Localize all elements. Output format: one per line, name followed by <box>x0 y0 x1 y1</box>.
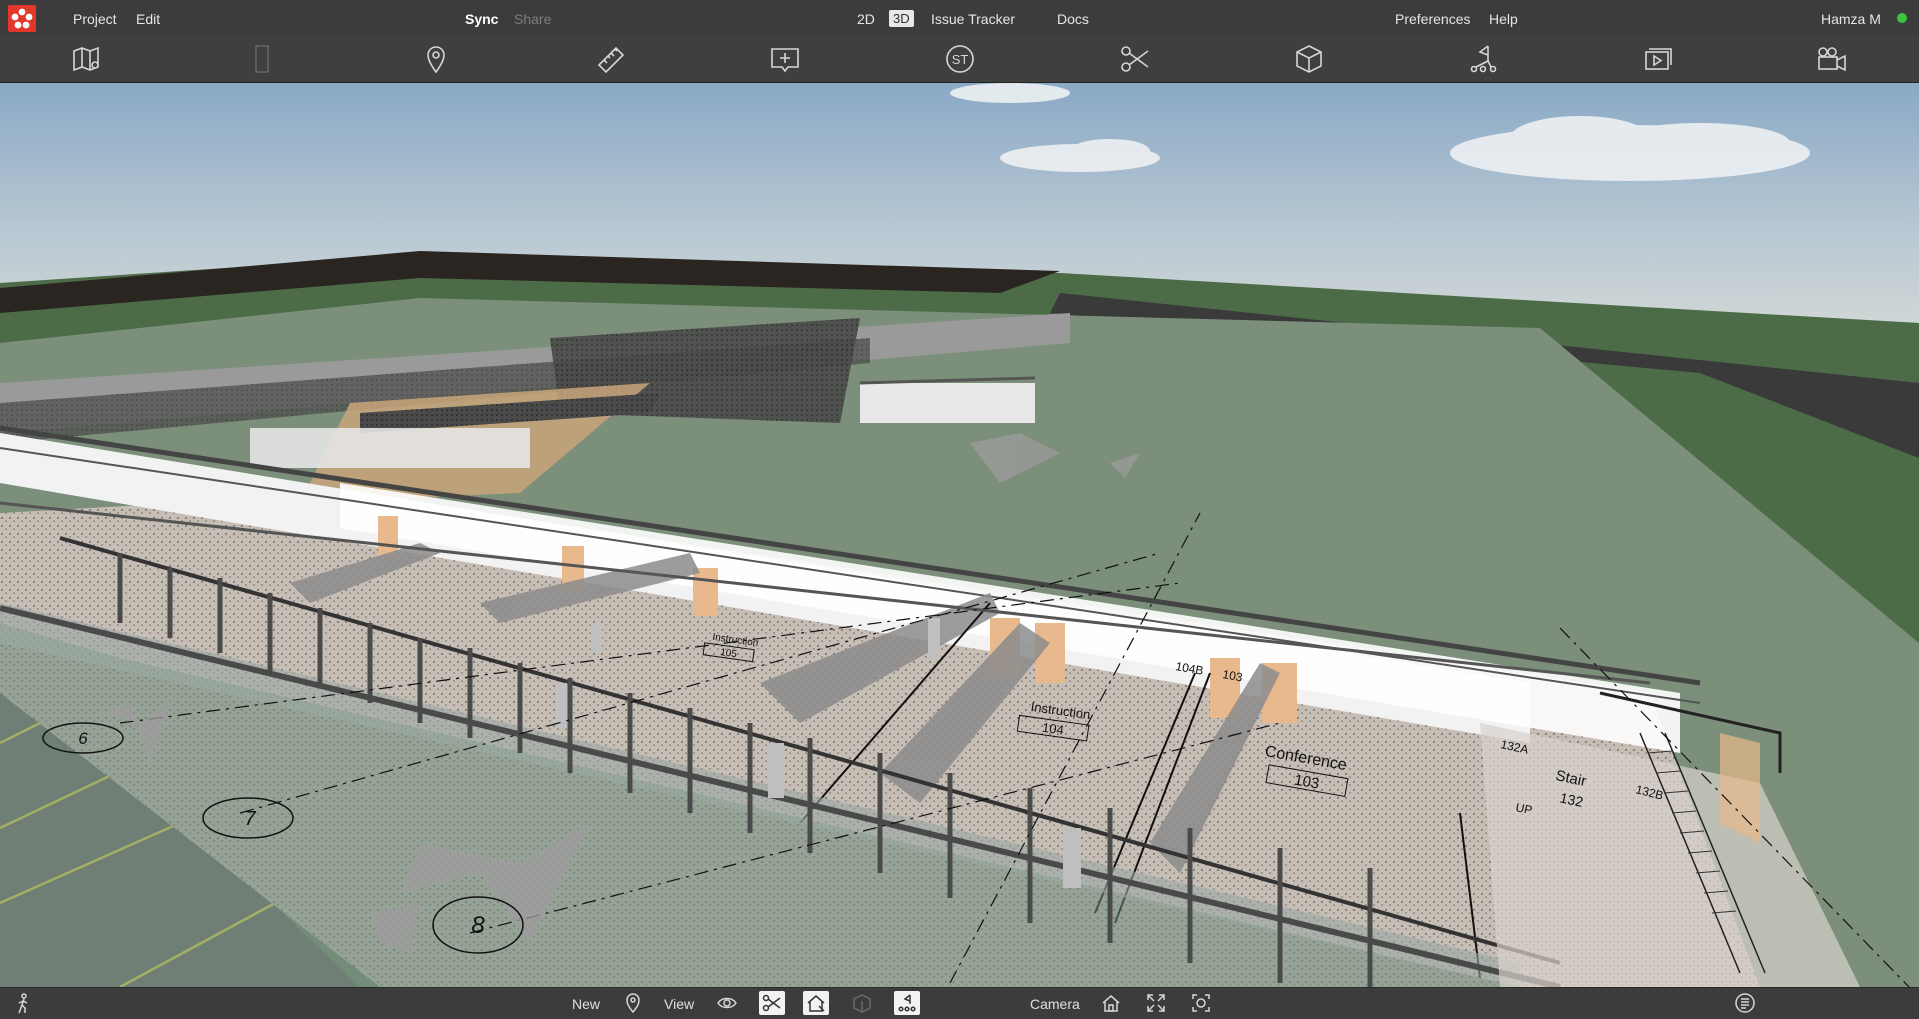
slides-icon[interactable] <box>1640 42 1676 76</box>
view-label: View <box>664 996 695 1012</box>
comment-add-icon[interactable] <box>767 42 803 76</box>
user-name[interactable]: Hamza M <box>1821 10 1881 28</box>
bottom-bar: New View Camera <box>0 987 1919 1019</box>
walk-mode-icon[interactable] <box>10 991 36 1015</box>
new-location-pin-icon[interactable] <box>620 991 646 1015</box>
view-section-scissors-icon[interactable] <box>759 991 785 1015</box>
menu-preferences[interactable]: Preferences <box>1395 10 1470 28</box>
issue-tracker-button[interactable]: Issue Tracker <box>931 10 1015 28</box>
ruler-icon[interactable] <box>593 42 629 76</box>
app-logo-icon[interactable] <box>8 5 36 32</box>
3d-viewport[interactable]: 6 7 8 Instruction 104 Conference 103 Sta… <box>0 83 1919 987</box>
panel-icon[interactable] <box>244 42 280 76</box>
camera-label: Camera <box>1030 996 1080 1012</box>
mode-3d-button[interactable]: 3D <box>889 10 914 27</box>
location-pin-icon[interactable] <box>418 42 454 76</box>
camera-focus-icon[interactable] <box>1188 991 1214 1015</box>
menu-bar: Project Edit Sync Share 2D 3D Issue Trac… <box>0 0 1919 37</box>
notes-panel-icon[interactable] <box>1732 991 1758 1015</box>
path-icon[interactable] <box>1465 42 1501 76</box>
view-home-icon[interactable] <box>803 991 829 1015</box>
camera-home-icon[interactable] <box>1098 991 1124 1015</box>
new-label: New <box>572 996 601 1012</box>
toolbar: ST <box>0 36 1919 83</box>
view-path-icon[interactable] <box>894 991 920 1015</box>
3d-scene[interactable]: 6 7 8 Instruction 104 Conference 103 Sta… <box>0 83 1919 987</box>
svg-text:104: 104 <box>1041 720 1065 738</box>
sync-button[interactable]: Sync <box>465 10 498 28</box>
cube-icon[interactable] <box>1291 42 1327 76</box>
fit-view-expand-icon[interactable] <box>1143 991 1169 1015</box>
view-eye-icon[interactable] <box>714 991 740 1015</box>
svg-text:7: 7 <box>244 808 256 830</box>
menu-edit[interactable]: Edit <box>136 10 160 28</box>
view-box-icon[interactable] <box>849 991 875 1015</box>
video-camera-icon[interactable] <box>1814 42 1850 76</box>
status-online-icon <box>1897 13 1907 23</box>
menu-project[interactable]: Project <box>73 10 117 28</box>
svg-text:8: 8 <box>471 912 485 939</box>
docs-button[interactable]: Docs <box>1057 10 1089 28</box>
svg-text:ST: ST <box>952 52 969 67</box>
mode-2d-button[interactable]: 2D <box>857 10 875 28</box>
menu-help[interactable]: Help <box>1489 10 1518 28</box>
share-button[interactable]: Share <box>514 10 551 28</box>
scissors-icon[interactable] <box>1117 42 1153 76</box>
st-icon[interactable]: ST <box>942 42 978 76</box>
svg-text:6: 6 <box>78 729 88 748</box>
map-pin-icon[interactable] <box>69 42 105 76</box>
